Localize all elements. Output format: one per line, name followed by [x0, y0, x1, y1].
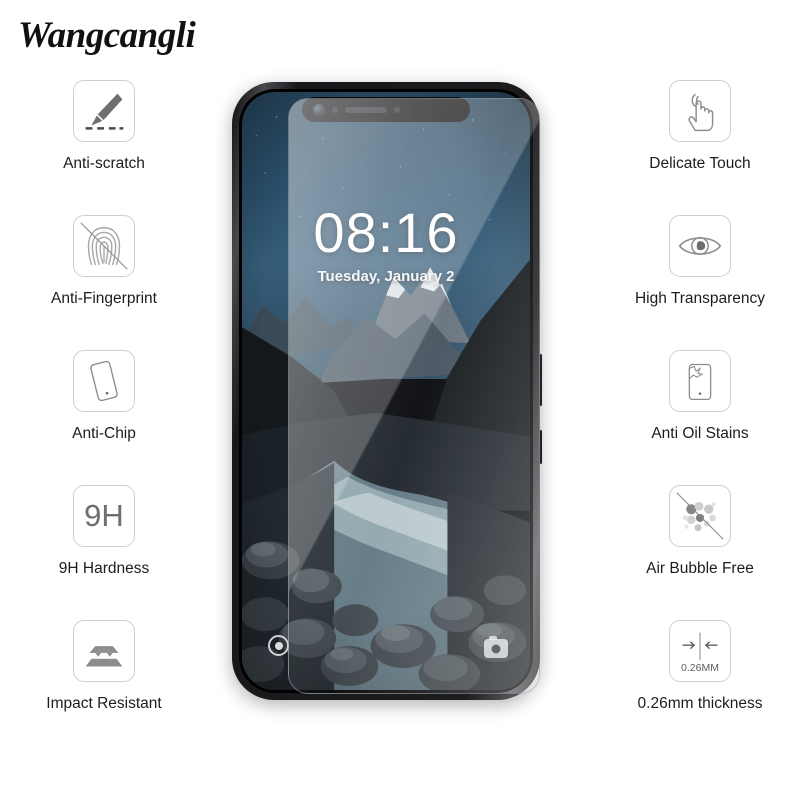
hardness-badge-text: 9H — [84, 498, 124, 533]
volume-button[interactable] — [539, 430, 542, 464]
feature-label: Anti Oil Stains — [651, 425, 749, 442]
speaker-grille — [345, 106, 387, 113]
feature-label: Impact Resistant — [46, 695, 162, 712]
feature-anti-chip: Anti-Chip — [72, 350, 136, 485]
lock-icon[interactable] — [268, 635, 289, 656]
hardness-9h-icon: 9H — [73, 485, 135, 547]
feature-column-right: Delicate Touch High Transparency Anti Oi… — [600, 80, 800, 755]
phone-bezel: 08:16 Tuesday, January 2 — [239, 89, 533, 693]
feature-label: High Transparency — [634, 290, 766, 307]
phone-body: 08:16 Tuesday, January 2 — [232, 82, 542, 700]
feature-air-bubble-free: Air Bubble Free — [646, 485, 754, 620]
feature-high-transparency: High Transparency — [635, 215, 765, 350]
thickness-arrows-icon: 0.26MM — [668, 620, 731, 682]
feature-label: Air Bubble Free — [646, 560, 754, 577]
sensor-dot — [332, 106, 338, 113]
feature-anti-fingerprint: Anti-Fingerprint — [51, 215, 157, 350]
proximity-sensor-icon — [394, 106, 400, 113]
power-button[interactable] — [539, 354, 542, 406]
touch-hand-icon — [668, 80, 731, 142]
phone-screen: 08:16 Tuesday, January 2 — [242, 92, 530, 690]
phone-notch — [302, 97, 470, 122]
feature-anti-scratch: Anti-scratch — [63, 80, 145, 215]
thickness-badge-text: 0.26MM — [681, 662, 719, 674]
front-camera-icon — [313, 103, 325, 116]
camera-icon[interactable] — [484, 636, 508, 658]
phone-chip-icon — [73, 350, 135, 412]
blade-scratch-icon — [73, 80, 135, 142]
feature-impact-resistant: Impact Resistant — [46, 620, 162, 755]
feature-column-left: Anti-scratch Anti-Fingerprint Anti-Chip … — [4, 80, 204, 755]
wallpaper-landscape — [242, 92, 530, 690]
lockscreen-clock: 08:16 — [313, 201, 459, 264]
feature-thickness: 0.26MM 0.26mm thickness — [637, 620, 763, 755]
feature-label: Delicate Touch — [649, 155, 751, 172]
fingerprint-blocked-icon — [73, 215, 135, 277]
feature-9h-hardness: 9H 9H Hardness — [59, 485, 149, 620]
feature-label: 0.26mm thickness — [637, 695, 763, 712]
impact-plates-icon — [73, 620, 135, 682]
eye-icon — [669, 215, 731, 277]
feature-anti-oil-stains: Anti Oil Stains — [651, 350, 749, 485]
phone-oil-stain-icon — [668, 350, 731, 412]
feature-label: 9H Hardness — [58, 560, 150, 577]
feature-delicate-touch: Delicate Touch — [649, 80, 751, 215]
phone-product-image: 08:16 Tuesday, January 2 — [228, 82, 544, 707]
brand-logo: Wangcangli — [18, 15, 196, 56]
bubbles-blocked-icon — [668, 485, 731, 547]
feature-label: Anti-Fingerprint — [51, 290, 157, 307]
feature-label: Anti-scratch — [63, 155, 145, 172]
lockscreen-date: Tuesday, January 2 — [317, 268, 455, 285]
feature-label: Anti-Chip — [72, 425, 136, 442]
